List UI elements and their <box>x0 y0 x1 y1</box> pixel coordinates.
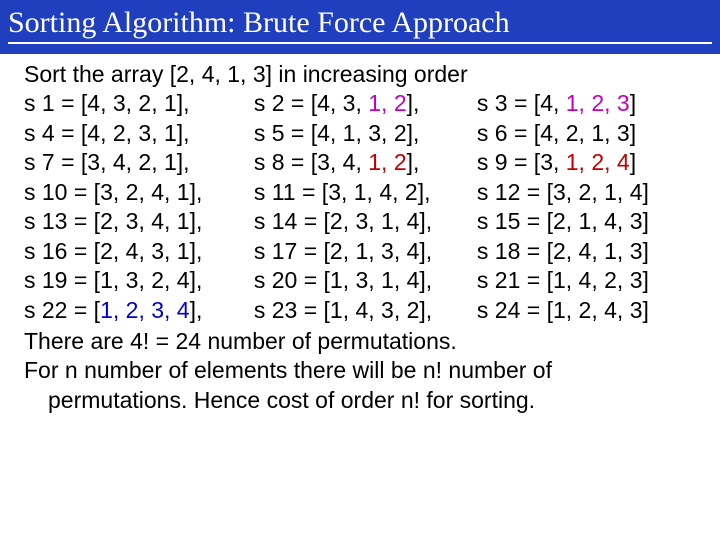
cell: s 19 = [1, 3, 2, 4], <box>24 267 202 293</box>
highlight: 1, 2 <box>368 149 406 175</box>
table-row: s 19 = [1, 3, 2, 4], s 20 = [1, 3, 1, 4]… <box>24 266 700 295</box>
cell: ], <box>190 297 203 323</box>
table-row: s 10 = [3, 2, 4, 1], s 11 = [3, 1, 4, 2]… <box>24 178 700 207</box>
cell: s 12 = [3, 2, 1, 4] <box>477 179 649 205</box>
intro-line: Sort the array [2, 4, 1, 3] in increasin… <box>24 60 700 89</box>
highlight: 1, 2 <box>368 90 406 116</box>
cell: ] <box>630 90 636 116</box>
footer-line-1: There are 4! = 24 number of permutations… <box>24 327 700 356</box>
footer-line-2a: For n number of elements there will be n… <box>24 356 700 385</box>
cell: ], <box>407 149 420 175</box>
table-row: s 22 = [1, 2, 3, 4], s 23 = [1, 4, 3, 2]… <box>24 296 700 325</box>
cell: s 23 = [1, 4, 3, 2], <box>254 297 432 323</box>
cell: ] <box>630 149 636 175</box>
footer-line-2b: permutations. Hence cost of order n! for… <box>24 386 700 415</box>
cell: s 21 = [1, 4, 2, 3] <box>477 267 649 293</box>
cell: s 9 = [3, <box>477 149 566 175</box>
highlight: 1, 2, 3 <box>566 90 630 116</box>
cell: s 7 = [3, 4, 2, 1], <box>24 149 190 175</box>
cell: ], <box>407 90 420 116</box>
slide: Sorting Algorithm: Brute Force Approach … <box>0 0 720 540</box>
footer-block: There are 4! = 24 number of permutations… <box>24 327 700 415</box>
cell: s 22 = [ <box>24 297 100 323</box>
cell: s 6 = [4, 2, 1, 3] <box>477 120 636 146</box>
cell: s 8 = [3, 4, <box>254 149 368 175</box>
slide-body: Sort the array [2, 4, 1, 3] in increasin… <box>0 54 720 415</box>
cell: s 5 = [4, 1, 3, 2], <box>254 120 420 146</box>
table-row: s 1 = [4, 3, 2, 1], s 2 = [4, 3, 1, 2], … <box>24 89 700 118</box>
table-row: s 16 = [2, 4, 3, 1], s 17 = [2, 1, 3, 4]… <box>24 237 700 266</box>
cell: s 2 = [4, 3, <box>254 90 368 116</box>
cell: s 24 = [1, 2, 4, 3] <box>477 297 649 323</box>
cell: s 16 = [2, 4, 3, 1], <box>24 238 202 264</box>
table-row: s 4 = [4, 2, 3, 1], s 5 = [4, 1, 3, 2], … <box>24 119 700 148</box>
cell: s 3 = [4, <box>477 90 566 116</box>
table-row: s 7 = [3, 4, 2, 1], s 8 = [3, 4, 1, 2], … <box>24 148 700 177</box>
title-bar: Sorting Algorithm: Brute Force Approach <box>0 0 720 54</box>
table-row: s 13 = [2, 3, 4, 1], s 14 = [2, 3, 1, 4]… <box>24 207 700 236</box>
cell: s 4 = [4, 2, 3, 1], <box>24 120 190 146</box>
cell: s 15 = [2, 1, 4, 3] <box>477 208 649 234</box>
highlight: 1, 2, 3, 4 <box>100 297 190 323</box>
slide-title: Sorting Algorithm: Brute Force Approach <box>8 6 712 44</box>
cell: s 20 = [1, 3, 1, 4], <box>254 267 432 293</box>
cell: s 11 = [3, 1, 4, 2], <box>254 179 431 205</box>
cell: s 1 = [4, 3, 2, 1], <box>24 90 190 116</box>
cell: s 18 = [2, 4, 1, 3] <box>477 238 649 264</box>
cell: s 17 = [2, 1, 3, 4], <box>254 238 432 264</box>
cell: s 10 = [3, 2, 4, 1], <box>24 179 202 205</box>
cell: s 13 = [2, 3, 4, 1], <box>24 208 202 234</box>
highlight: 1, 2, 4 <box>566 149 630 175</box>
permutation-table: s 1 = [4, 3, 2, 1], s 2 = [4, 3, 1, 2], … <box>24 89 700 325</box>
cell: s 14 = [2, 3, 1, 4], <box>254 208 432 234</box>
